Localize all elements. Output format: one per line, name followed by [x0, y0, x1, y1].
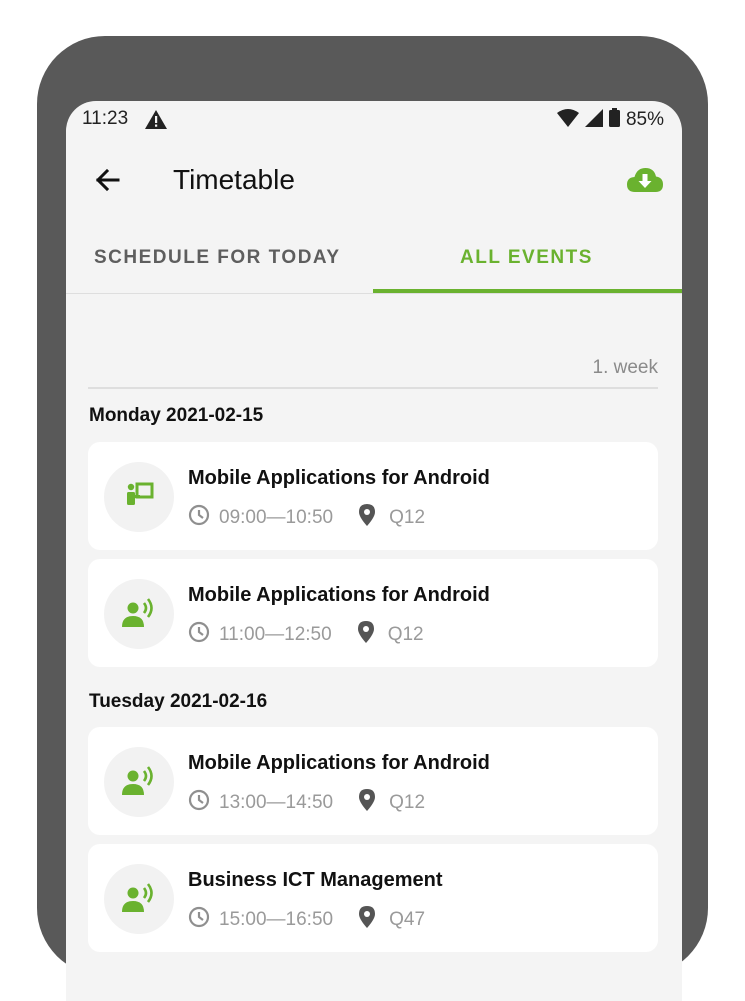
speaker-person-icon [104, 747, 174, 817]
event-time: 11:00—12:50 [219, 624, 332, 645]
clock-icon [188, 789, 210, 817]
clock-icon [188, 504, 210, 532]
day-header: Tuesday 2021-02-16 [89, 691, 268, 712]
status-bar: 11:23 85% [66, 101, 682, 137]
event-card[interactable]: Business ICT Management 15:00—16:50 Q47 [88, 844, 658, 952]
week-divider [88, 387, 658, 389]
battery-icon [608, 108, 620, 132]
event-time: 13:00—14:50 [219, 792, 334, 813]
lecture-presentation-icon [104, 462, 174, 532]
event-name: Mobile Applications for Android [188, 752, 490, 774]
location-pin-icon [359, 906, 376, 934]
event-room: Q12 [389, 792, 426, 813]
app-bar: Timetable [66, 151, 682, 211]
event-meta: 13:00—14:50 Q12 [188, 789, 425, 817]
signal-icon [584, 108, 603, 132]
event-time: 09:00—10:50 [219, 507, 334, 528]
event-meta: 09:00—10:50 Q12 [188, 504, 425, 532]
event-meta: 15:00—16:50 Q47 [188, 906, 425, 934]
event-name: Mobile Applications for Android [188, 584, 490, 606]
location-pin-icon [359, 789, 376, 817]
event-meta: 11:00—12:50 Q12 [188, 621, 424, 649]
active-tab-indicator [373, 289, 682, 293]
event-card[interactable]: Mobile Applications for Android 13:00—14… [88, 727, 658, 835]
event-room: Q12 [389, 507, 426, 528]
event-card[interactable]: Mobile Applications for Android 11:00—12… [88, 559, 658, 667]
event-room: Q12 [387, 624, 424, 645]
clock-icon [188, 906, 210, 934]
location-pin-icon [357, 621, 374, 649]
speaker-person-icon [104, 864, 174, 934]
warning-icon [145, 110, 167, 134]
back-arrow-icon[interactable] [92, 165, 122, 195]
status-time: 11:23 [82, 108, 129, 129]
event-name: Business ICT Management [188, 869, 443, 891]
status-right: 85% [556, 108, 664, 132]
wifi-icon [556, 108, 579, 132]
week-label: 1. week [592, 357, 658, 378]
page-title: Timetable [173, 164, 295, 195]
battery-percent: 85% [625, 109, 664, 130]
tab-bar: SCHEDULE FOR TODAY ALL EVENTS [66, 231, 682, 294]
speaker-person-icon [104, 579, 174, 649]
event-room: Q47 [389, 909, 426, 930]
day-header: Monday 2021-02-15 [89, 405, 264, 426]
cloud-download-icon[interactable] [626, 165, 664, 195]
clock-icon [188, 621, 210, 649]
location-pin-icon [359, 504, 376, 532]
event-time: 15:00—16:50 [219, 909, 334, 930]
tab-schedule-for-today[interactable]: SCHEDULE FOR TODAY [94, 247, 341, 269]
event-card[interactable]: Mobile Applications for Android 09:00—10… [88, 442, 658, 550]
event-name: Mobile Applications for Android [188, 467, 490, 489]
tab-all-events[interactable]: ALL EVENTS [460, 247, 593, 269]
app-screen: 11:23 85% Timetable SCHEDULE FOR TODAY A… [66, 101, 682, 1001]
